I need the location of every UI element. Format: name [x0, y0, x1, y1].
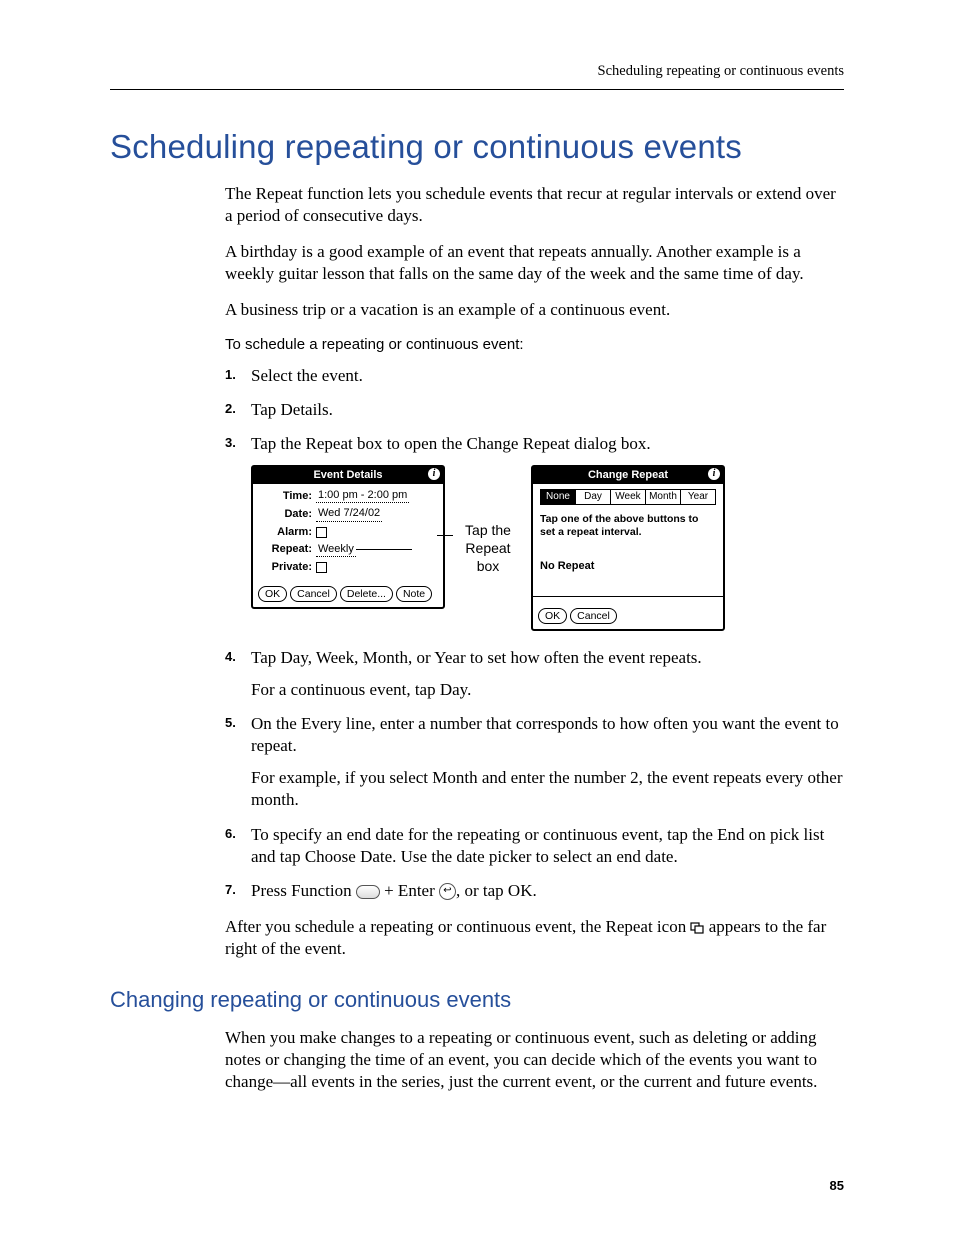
repeat-instruction: Tap one of the above buttons to set a re…	[540, 513, 716, 538]
step-5: 5. On the Every line, enter a number tha…	[225, 713, 844, 811]
after-note: After you schedule a repeating or contin…	[225, 916, 844, 960]
repeat-value: Weekly	[316, 543, 356, 557]
ok-button: OK	[538, 608, 567, 624]
dialog-title-bar: Event Details i	[253, 467, 443, 484]
step-7-text-a: Press Function	[251, 881, 356, 900]
step-7-text-c: , or tap OK.	[456, 881, 537, 900]
intro-para-1: The Repeat function lets you schedule ev…	[225, 183, 844, 227]
info-icon: i	[428, 468, 440, 480]
private-label: Private:	[260, 561, 316, 574]
step-5-text: On the Every line, enter a number that c…	[251, 714, 839, 755]
running-header: Scheduling repeating or continuous event…	[110, 62, 844, 81]
step-6: 6. To specify an end date for the repeat…	[225, 824, 844, 868]
subsection-body: When you make changes to a repeating or …	[225, 1027, 844, 1093]
procedure-heading: To schedule a repeating or continuous ev…	[225, 335, 844, 355]
dialog-title: Event Details	[313, 469, 382, 481]
cancel-button: Cancel	[570, 608, 617, 624]
header-rule	[110, 89, 844, 90]
step-2-text: Tap Details.	[251, 400, 333, 419]
repeat-tabs: None Day Week Month Year	[540, 489, 716, 505]
dialog2-title-bar: Change Repeat i	[533, 467, 723, 484]
cancel-button: Cancel	[290, 586, 337, 602]
step-4: 4. Tap Day, Week, Month, or Year to set …	[225, 647, 844, 701]
enter-key-icon: ↩	[439, 883, 456, 900]
time-value: 1:00 pm - 2:00 pm	[316, 489, 409, 503]
intro-para-2: A birthday is a good example of an event…	[225, 241, 844, 285]
after-a: After you schedule a repeating or contin…	[225, 917, 690, 936]
event-details-dialog: Event Details i Time:1:00 pm - 2:00 pm D…	[251, 465, 445, 609]
step-5-sub: For example, if you select Month and ent…	[251, 767, 844, 811]
step-3-text: Tap the Repeat box to open the Change Re…	[251, 434, 651, 453]
alarm-checkbox	[316, 527, 327, 538]
repeat-label: Repeat:	[260, 543, 316, 556]
step-7-text-b: + Enter	[380, 881, 439, 900]
tab-year: Year	[681, 490, 715, 504]
note-button: Note	[396, 586, 432, 602]
private-checkbox	[316, 562, 327, 573]
tab-month: Month	[646, 490, 681, 504]
ok-button: OK	[258, 586, 287, 602]
step-6-text: To specify an end date for the repeating…	[251, 825, 824, 866]
step-3: 3.Tap the Repeat box to open the Change …	[225, 433, 844, 631]
step-4-text: Tap Day, Week, Month, or Year to set how…	[251, 648, 702, 667]
page-title: Scheduling repeating or continuous event…	[110, 126, 844, 169]
page-number: 85	[830, 1178, 844, 1195]
dialog-separator	[533, 596, 723, 597]
step-2: 2.Tap Details.	[225, 399, 844, 421]
intro-para-3: A business trip or a vacation is an exam…	[225, 299, 844, 321]
callout-label: Tap the Repeat box	[453, 465, 523, 576]
no-repeat-label: No Repeat	[540, 560, 716, 573]
date-value: Wed 7/24/02	[316, 507, 382, 521]
tab-none: None	[541, 490, 576, 504]
time-label: Time:	[260, 490, 316, 503]
delete-button: Delete...	[340, 586, 393, 602]
subsection-title: Changing repeating or continuous events	[110, 986, 844, 1015]
dialog2-title: Change Repeat	[588, 469, 668, 481]
alarm-label: Alarm:	[260, 526, 316, 539]
function-key-icon	[356, 885, 380, 899]
tab-week: Week	[611, 490, 646, 504]
step-7: 7. Press Function + Enter ↩, or tap OK.	[225, 880, 844, 902]
step-4-sub: For a continuous event, tap Day.	[251, 679, 844, 701]
figure-row: Event Details i Time:1:00 pm - 2:00 pm D…	[251, 465, 844, 631]
info-icon: i	[708, 468, 720, 480]
step-1: 1.Select the event.	[225, 365, 844, 387]
date-label: Date:	[260, 508, 316, 521]
step-1-text: Select the event.	[251, 366, 363, 385]
repeat-icon	[690, 917, 704, 936]
tab-day: Day	[576, 490, 611, 504]
change-repeat-dialog: Change Repeat i None Day Week Month Year	[531, 465, 725, 631]
